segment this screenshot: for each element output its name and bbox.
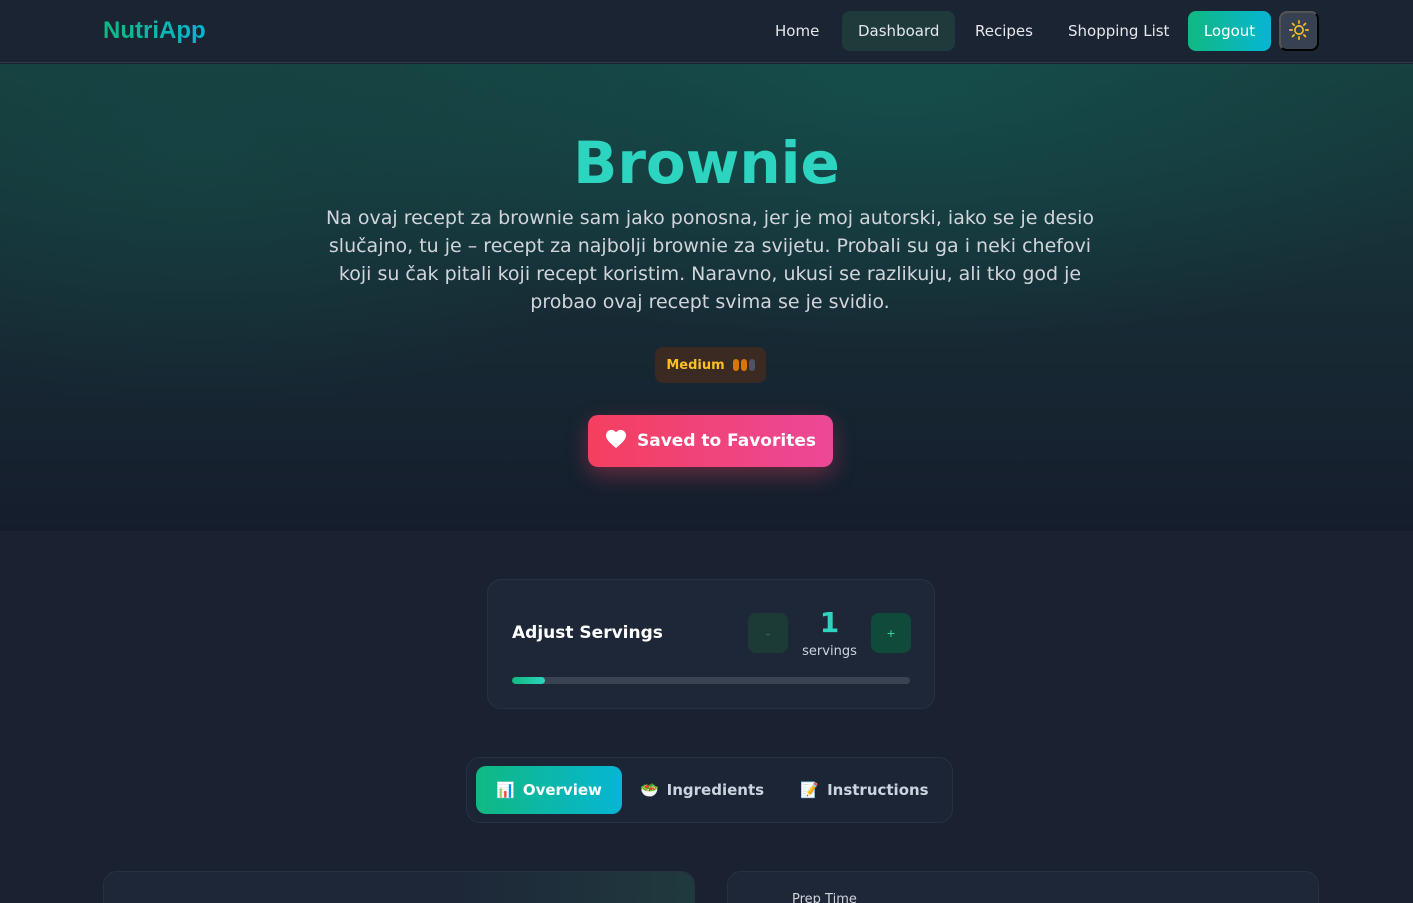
servings-unit-label: servings [802,644,857,659]
nav-link-recipes[interactable]: Recipes [959,11,1049,51]
salad-icon: 🥗 [639,781,659,799]
adjust-servings-title: Adjust Servings [512,623,663,643]
increase-servings-button[interactable]: + [871,613,911,653]
nav-link-dashboard[interactable]: Dashboard [842,11,956,51]
servings-progress-fill [512,677,546,684]
recipe-tabs: 📊 Overview 🥗 Ingredients 📝 Instructions [466,757,953,823]
tab-ingredients-label: Ingredients [666,781,765,799]
overview-card-left [103,871,695,903]
adjust-servings-card: Adjust Servings - 1 servings + [487,579,935,709]
recipe-hero: Brownie Na ovaj recept za brownie sam ja… [0,64,1413,531]
logout-button[interactable]: Logout [1188,11,1271,51]
tab-overview[interactable]: 📊 Overview [476,766,622,814]
difficulty-bar [732,359,739,371]
difficulty-label: Medium [666,357,725,373]
brand-logo[interactable]: NutriApp [103,17,206,45]
nav-link-shopping-list[interactable]: Shopping List [1052,11,1185,51]
sun-icon [1288,19,1310,44]
tab-ingredients[interactable]: 🥗 Ingredients [637,766,767,814]
difficulty-level-indicator [732,359,755,371]
nav-link-home[interactable]: Home [759,11,835,51]
heart-icon [605,429,627,454]
theme-toggle-button[interactable] [1279,11,1319,51]
decrease-servings-button[interactable]: - [748,613,788,653]
saved-to-favorites-label: Saved to Favorites [637,431,816,451]
tab-instructions-label: Instructions [827,781,929,799]
saved-to-favorites-button[interactable]: Saved to Favorites [588,415,833,467]
memo-icon: 📝 [800,781,820,799]
servings-count: 1 [819,606,840,639]
navbar: NutriApp Home Dashboard Recipes Shopping… [0,0,1413,63]
overview-card-right: Prep Time [727,871,1319,903]
chart-icon: 📊 [496,781,515,799]
recipe-title: Brownie [573,129,840,197]
difficulty-badge: Medium [655,347,766,383]
prep-time-label: Prep Time [792,892,857,903]
difficulty-bar [740,359,747,371]
recipe-description: Na ovaj recept za brownie sam jako ponos… [325,207,1095,313]
tab-instructions[interactable]: 📝 Instructions [797,766,932,814]
difficulty-bar [748,359,755,371]
tab-overview-label: Overview [522,781,602,799]
servings-progress-bar [512,677,910,684]
